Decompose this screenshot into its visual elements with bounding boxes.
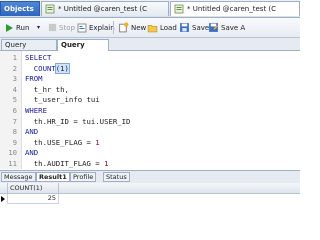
run-icon [6, 23, 13, 32]
tab-profile[interactable]: Profile [70, 172, 97, 182]
code-line[interactable]: 11 th.AUDIT_FLAG = 1 [0, 159, 300, 170]
line-number: 1 [12, 53, 17, 62]
run-dropdown[interactable]: ▾ [37, 20, 40, 35]
result-grid: COUNT(1) 25 [0, 183, 300, 212]
code-token: FROM [25, 74, 43, 84]
code-text: AND [25, 127, 38, 138]
save-icon [180, 23, 189, 32]
toolbar-divider [113, 21, 114, 34]
tab-query-editor[interactable]: Query Editor [57, 39, 109, 59]
code-line[interactable]: 5 t_user_info tui [0, 95, 300, 106]
load-label: Load [160, 23, 177, 32]
current-row-indicator-icon [1, 196, 5, 202]
explain-label: Explain [89, 23, 115, 32]
chevron-down-icon: ▾ [37, 24, 41, 31]
new-label: New [131, 23, 147, 32]
code-token: t_user_info tui [25, 95, 100, 105]
code-text: FROM [25, 74, 43, 85]
tab-message[interactable]: Message [1, 172, 36, 182]
code-line[interactable]: 4 t_hr th, [0, 85, 300, 96]
tab-result1[interactable]: Result1 [36, 172, 70, 182]
code-line[interactable]: 1 SELECT [0, 53, 300, 64]
code-line[interactable]: 10 AND [0, 148, 300, 159]
code-text: th.AUDIT_FLAG = 1 [25, 159, 109, 170]
code-token: AND [25, 127, 39, 137]
tab-query-2[interactable]: * Untitled @caren_test (C [170, 1, 300, 16]
cell-count-value[interactable]: 25 [7, 194, 59, 204]
code-line[interactable]: 9 th.USE_FLAG = 1 [0, 138, 300, 149]
tab-objects-label: Objects [4, 5, 34, 13]
result-tabs: Message Result1 Profile Status [0, 170, 300, 184]
code-token: COUNT [25, 63, 56, 73]
save-label: Save [192, 23, 210, 32]
code-line[interactable]: 3 FROM [0, 74, 300, 85]
save-as-label: Save A [221, 23, 246, 32]
line-number: 7 [12, 116, 17, 126]
tab-status[interactable]: Status [103, 172, 130, 182]
load-button[interactable]: Load [147, 20, 177, 35]
code-token: th.HR_ID = tui.USER_ID [25, 116, 131, 126]
code-text: t_user_info tui [25, 95, 100, 106]
code-line[interactable]: 6 WHERE [0, 106, 300, 117]
code-line[interactable]: 7 th.HR_ID = tui.USER_ID [0, 117, 300, 128]
query-icon [174, 4, 184, 14]
explain-icon [77, 23, 87, 32]
save-as-button[interactable]: Save A [208, 20, 245, 35]
line-number: 2 [12, 63, 17, 73]
line-number: 8 [12, 127, 17, 137]
table-row[interactable]: 25 [0, 194, 300, 204]
line-number: 6 [12, 106, 17, 115]
code-text: t_hr th, [25, 85, 69, 96]
tab-query-builder[interactable]: Query Builder [1, 39, 57, 59]
code-token: (1) [54, 62, 70, 74]
code-token: t_hr th, [25, 84, 69, 94]
line-number: 10 [8, 148, 17, 158]
folder-icon [147, 24, 158, 33]
code-line[interactable]: 2 COUNT(1) [0, 62, 300, 75]
save-as-icon [209, 23, 218, 32]
code-text: WHERE [25, 106, 47, 117]
line-number: 4 [12, 84, 17, 94]
column-header-count[interactable]: COUNT(1) [7, 183, 59, 193]
window-tab-bar: Objects * Untitled @caren_test (C * Unti… [0, 0, 300, 18]
line-number: 9 [12, 137, 17, 147]
sql-editor[interactable]: 1 SELECT 2 COUNT(1) 3 FROM 4 t_hr th, 5 t_user… [0, 51, 300, 169]
code-text: AND [25, 148, 38, 159]
save-button[interactable]: Save [179, 20, 209, 35]
explain-button[interactable]: Explain [77, 20, 115, 35]
run-button[interactable]: Run [4, 20, 29, 35]
stop-icon [48, 23, 57, 32]
code-text: COUNT(1) [25, 62, 70, 75]
code-line[interactable]: 8 AND [0, 127, 300, 138]
code-token: th.AUDIT_FLAG = [25, 159, 105, 168]
stop-label: Stop [59, 23, 75, 32]
code-token: th.USE_FLAG = [25, 137, 96, 147]
code-token: 1 [95, 137, 100, 147]
toolbar: Run ▾ Stop Explain New Load Save Save A [0, 18, 300, 38]
line-number: 5 [12, 95, 17, 105]
tab-query-1-label: * Untitled @caren_test (C [58, 5, 148, 13]
code-token: SELECT [25, 53, 52, 62]
line-number: 3 [12, 74, 17, 84]
tab-objects[interactable]: Objects [0, 1, 40, 16]
run-label: Run [16, 23, 30, 32]
line-number: 11 [8, 159, 17, 168]
stop-button[interactable]: Stop [48, 20, 75, 35]
code-text: th.HR_ID = tui.USER_ID [25, 116, 131, 128]
new-icon [119, 22, 129, 33]
query-mode-tabs: Query Builder Query Editor [0, 38, 300, 59]
code-token: AND [25, 148, 39, 158]
tab-query-1[interactable]: * Untitled @caren_test (C [41, 1, 169, 16]
new-button[interactable]: New [118, 20, 146, 35]
code-text: th.USE_FLAG = 1 [25, 138, 100, 149]
code-token: WHERE [25, 106, 47, 115]
code-token: 1 [104, 159, 109, 168]
grid-header: COUNT(1) [0, 183, 300, 194]
query-icon [45, 4, 55, 14]
tab-query-2-label: * Untitled @caren_test (C [187, 5, 277, 13]
code-text: SELECT [25, 53, 51, 64]
